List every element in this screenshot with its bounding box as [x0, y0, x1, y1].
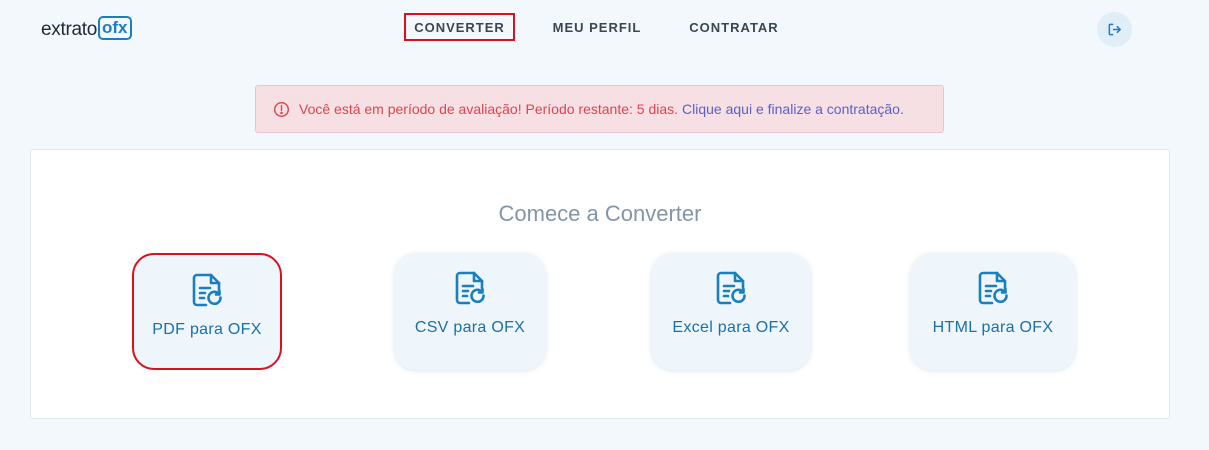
- converter-card: Comece a Converter PDF para OFX CSV para…: [30, 149, 1170, 419]
- logout-icon: [1108, 23, 1121, 36]
- nav-contratar[interactable]: CONTRATAR: [680, 13, 788, 41]
- tile-label: CSV para OFX: [414, 319, 526, 336]
- tile-label: PDF para OFX: [152, 321, 262, 338]
- alert-message: Você está em período de avaliação! Perío…: [299, 101, 679, 117]
- tile-excel-para-ofx[interactable]: Excel para OFX: [651, 253, 811, 370]
- trial-alert: Você está em período de avaliação! Perío…: [255, 85, 944, 133]
- alert-link[interactable]: Clique aqui e finalize a contratação.: [682, 101, 904, 117]
- file-convert-icon: [455, 271, 485, 305]
- nav-converter[interactable]: CONVERTER: [404, 13, 515, 41]
- tile-html-para-ofx[interactable]: HTML para OFX: [910, 253, 1076, 370]
- file-convert-icon: [978, 271, 1008, 305]
- file-convert-icon: [716, 271, 746, 305]
- tile-csv-para-ofx[interactable]: CSV para OFX: [394, 253, 546, 370]
- tile-label: Excel para OFX: [672, 319, 790, 336]
- tile-label: HTML para OFX: [932, 319, 1054, 336]
- file-convert-icon: [192, 273, 222, 307]
- tile-pdf-para-ofx[interactable]: PDF para OFX: [132, 253, 282, 370]
- info-circle-icon: [273, 101, 290, 118]
- page-title: Comece a Converter: [498, 201, 702, 226]
- nav-meu-perfil[interactable]: MEU PERFIL: [545, 13, 649, 41]
- logout-button[interactable]: [1097, 12, 1132, 47]
- top-nav: CONVERTER MEU PERFIL CONTRATAR: [0, 13, 1209, 41]
